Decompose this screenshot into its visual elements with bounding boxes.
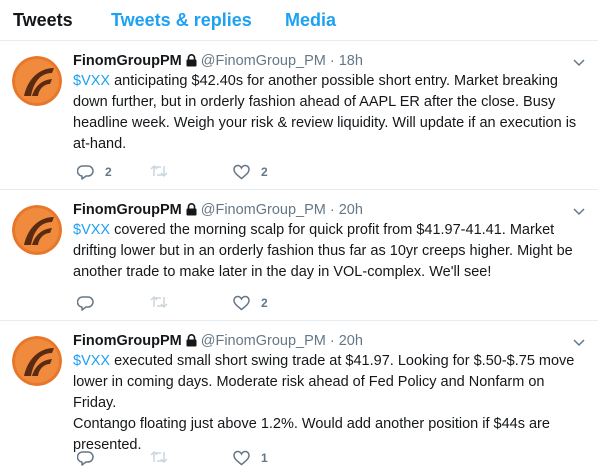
tweet-line: at-hand. bbox=[73, 136, 127, 152]
like-count: 2 bbox=[261, 165, 268, 179]
avatar[interactable] bbox=[12, 205, 62, 255]
finom-logo-icon bbox=[12, 336, 62, 386]
cashtag-link[interactable]: $VXX bbox=[73, 73, 110, 89]
reply-icon bbox=[77, 451, 94, 466]
tweet-line: executed small short swing trade at $41.… bbox=[110, 353, 575, 369]
retweet-button[interactable] bbox=[150, 164, 179, 178]
profile-tabs: Tweets Tweets & replies Media bbox=[0, 0, 598, 41]
heart-icon bbox=[233, 164, 250, 180]
cashtag-link[interactable]: $VXX bbox=[73, 222, 110, 238]
retweet-button[interactable] bbox=[150, 295, 179, 309]
finom-logo-icon bbox=[12, 56, 62, 106]
user-handle[interactable]: @FinomGroup_PM bbox=[201, 53, 326, 69]
tweet-line: covered the morning scalp for quick prof… bbox=[110, 222, 555, 238]
tweet-header: FinomGroupPM @FinomGroup_PM · 18h bbox=[73, 52, 363, 72]
tab-media[interactable]: Media bbox=[285, 10, 336, 31]
tab-tweets-and-replies[interactable]: Tweets & replies bbox=[111, 10, 252, 31]
tweet-header: FinomGroupPM @FinomGroup_PM · 20h bbox=[73, 332, 363, 352]
display-name[interactable]: FinomGroupPM bbox=[73, 53, 182, 69]
separator: · bbox=[329, 202, 335, 218]
tweet-line: Contango floating just above 1.2%. Would… bbox=[73, 416, 550, 432]
reply-button[interactable] bbox=[77, 450, 105, 466]
user-handle[interactable]: @FinomGroup_PM bbox=[201, 202, 326, 218]
tweet-line: headline week. Weigh your risk & review … bbox=[73, 115, 577, 131]
timestamp[interactable]: 20h bbox=[339, 333, 363, 349]
lock-icon bbox=[186, 203, 197, 221]
tweet-text: $VXX covered the morning scalp for quick… bbox=[73, 220, 585, 283]
like-button[interactable]: 1 bbox=[233, 450, 268, 466]
like-button[interactable]: 2 bbox=[233, 164, 268, 180]
retweet-icon bbox=[150, 295, 168, 309]
tweet-line: another trade to make later in the day i… bbox=[73, 264, 492, 280]
tab-tweets[interactable]: Tweets bbox=[13, 10, 73, 31]
lock-icon bbox=[186, 334, 197, 352]
tweet-line: lower in coming days. Moderate risk ahea… bbox=[73, 374, 545, 411]
like-button[interactable]: 2 bbox=[233, 295, 268, 311]
heart-icon bbox=[233, 295, 250, 311]
user-handle[interactable]: @FinomGroup_PM bbox=[201, 333, 326, 349]
avatar[interactable] bbox=[12, 336, 62, 386]
chevron-down-icon[interactable] bbox=[573, 334, 585, 352]
reply-icon bbox=[77, 296, 94, 311]
reply-button[interactable] bbox=[77, 295, 105, 311]
retweet-button[interactable] bbox=[150, 450, 179, 464]
retweet-icon bbox=[150, 450, 168, 464]
retweet-icon bbox=[150, 164, 168, 178]
reply-button[interactable]: 2 bbox=[77, 164, 112, 180]
tweet-header: FinomGroupPM @FinomGroup_PM · 20h bbox=[73, 201, 363, 221]
separator: · bbox=[329, 53, 335, 69]
tweet[interactable]: FinomGroupPM @FinomGroup_PM · 18h $VXX anti… bbox=[0, 41, 598, 190]
chevron-down-icon[interactable] bbox=[573, 203, 585, 221]
tweet-line: anticipating $42.40s for another possibl… bbox=[110, 73, 558, 89]
tweet-line: drifting lower but in an orderly fashion… bbox=[73, 243, 573, 259]
tweet[interactable]: FinomGroupPM @FinomGroup_PM · 20h $VXX cove… bbox=[0, 190, 598, 321]
finom-logo-icon bbox=[12, 205, 62, 255]
separator: · bbox=[329, 333, 335, 349]
cashtag-link[interactable]: $VXX bbox=[73, 353, 110, 369]
tweet-text: $VXX executed small short swing trade at… bbox=[73, 351, 585, 456]
chevron-down-icon[interactable] bbox=[573, 54, 585, 72]
timestamp[interactable]: 18h bbox=[339, 53, 363, 69]
display-name[interactable]: FinomGroupPM bbox=[73, 333, 182, 349]
tweet[interactable]: FinomGroupPM @FinomGroup_PM · 20h $VXX exec… bbox=[0, 321, 598, 473]
display-name[interactable]: FinomGroupPM bbox=[73, 202, 182, 218]
timestamp[interactable]: 20h bbox=[339, 202, 363, 218]
like-count: 2 bbox=[261, 296, 268, 310]
avatar[interactable] bbox=[12, 56, 62, 106]
reply-count: 2 bbox=[105, 165, 112, 179]
lock-icon bbox=[186, 54, 197, 72]
tweet-line: down further, but in orderly fashion ahe… bbox=[73, 94, 556, 110]
like-count: 1 bbox=[261, 451, 268, 465]
heart-icon bbox=[233, 450, 250, 466]
reply-icon bbox=[77, 165, 94, 180]
tweet-text: $VXX anticipating $42.40s for another po… bbox=[73, 71, 585, 155]
